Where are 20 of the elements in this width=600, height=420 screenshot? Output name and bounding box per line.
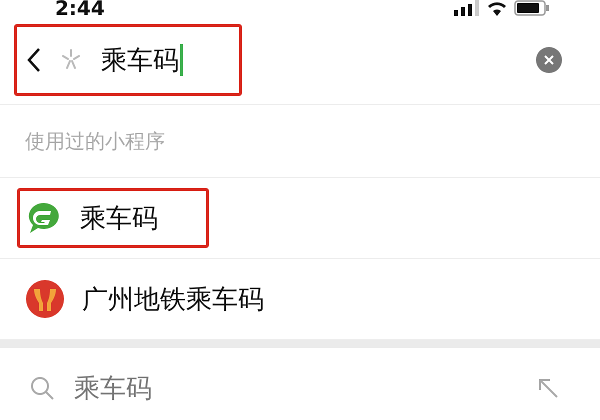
- search-suggestion[interactable]: 乘车码: [0, 348, 600, 420]
- close-icon: [543, 54, 555, 66]
- section-title: 使用过的小程序: [25, 128, 165, 154]
- mini-program-name: 乘车码: [80, 202, 158, 236]
- battery-icon: [514, 0, 550, 16]
- arrow-icon[interactable]: [538, 378, 558, 398]
- mini-program-name: 广州地铁乘车码: [82, 284, 264, 316]
- search-field[interactable]: 乘车码: [101, 42, 183, 78]
- search-icon: [30, 376, 54, 400]
- mini-program-item[interactable]: 乘车码: [17, 188, 209, 248]
- suggestion-text: 乘车码: [74, 372, 153, 406]
- app-icon: [26, 200, 62, 236]
- metro-logo-icon: [26, 280, 64, 318]
- status-time: 2:44: [55, 0, 105, 16]
- mini-program-item[interactable]: 广州地铁乘车码: [17, 269, 315, 329]
- clear-button[interactable]: [536, 47, 562, 73]
- back-icon[interactable]: [27, 47, 41, 73]
- spinner-icon: [59, 48, 83, 72]
- wifi-icon: [486, 0, 508, 16]
- signal-icon: [454, 0, 480, 16]
